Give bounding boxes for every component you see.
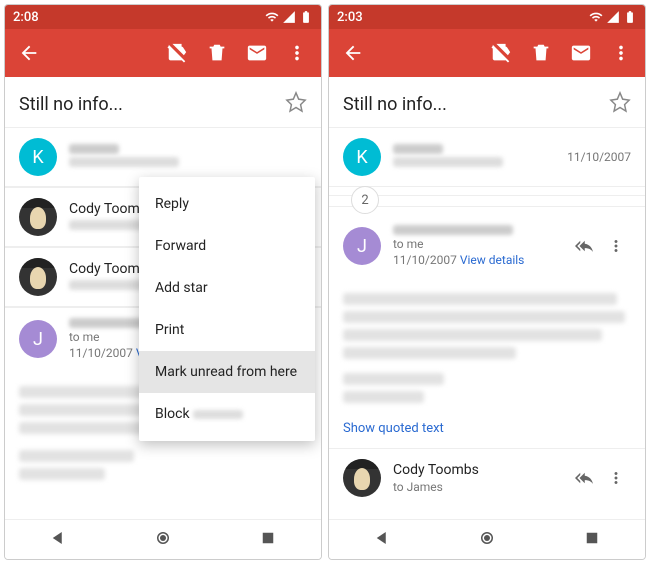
status-icons	[589, 10, 637, 24]
message-date: 11/10/2007	[567, 150, 631, 164]
overflow-button[interactable]	[601, 33, 641, 73]
message-body	[329, 277, 645, 415]
triangle-back-icon	[373, 529, 391, 547]
menu-forward[interactable]: Forward	[139, 225, 315, 267]
nav-recent-button[interactable]	[259, 529, 277, 551]
unsubscribe-button[interactable]	[157, 33, 197, 73]
triangle-back-icon	[49, 529, 67, 547]
unsubscribe-button[interactable]	[481, 33, 521, 73]
signal-icon	[282, 10, 296, 24]
message-date: 11/10/2007	[69, 346, 133, 360]
show-quoted-link[interactable]: Show quoted text	[329, 415, 645, 448]
view-details-link[interactable]: View details	[460, 253, 525, 267]
more-vert-icon	[607, 237, 625, 255]
sender-name: Cody Toombs	[393, 462, 479, 478]
square-recent-icon	[259, 529, 277, 547]
more-vert-icon	[610, 42, 632, 64]
subject-text: Still no info...	[19, 94, 285, 115]
app-bar	[329, 29, 645, 77]
arrow-back-icon	[18, 42, 40, 64]
signal-icon	[606, 10, 620, 24]
avatar	[343, 459, 381, 497]
sender-row-k[interactable]: K 11/10/2007	[329, 127, 645, 187]
arrow-back-icon	[342, 42, 364, 64]
phone-right: 2:03 Still no info...	[328, 4, 646, 560]
star-button[interactable]	[609, 91, 631, 117]
avatar	[19, 258, 57, 296]
nav-recent-button[interactable]	[583, 529, 601, 551]
menu-print[interactable]: Print	[139, 309, 315, 351]
star-button[interactable]	[285, 91, 307, 117]
to-line: to me	[393, 237, 424, 251]
context-menu: Reply Forward Add star Print Mark unread…	[139, 177, 315, 441]
label-off-icon	[490, 42, 512, 64]
message-date: 11/10/2007	[393, 253, 457, 267]
circle-home-icon	[478, 529, 496, 547]
reply-all-icon	[575, 237, 593, 255]
mark-unread-button[interactable]	[237, 33, 277, 73]
to-line: to me	[69, 330, 100, 344]
overflow-button[interactable]	[277, 33, 317, 73]
trash-icon	[206, 42, 228, 64]
menu-mark-unread-from-here[interactable]: Mark unread from here	[139, 351, 315, 393]
reply-all-icon	[575, 469, 593, 487]
nav-bar	[329, 519, 645, 559]
more-vert-icon	[607, 469, 625, 487]
star-outline-icon	[285, 91, 307, 113]
message-overflow-button[interactable]	[601, 463, 631, 493]
status-time: 2:08	[13, 10, 39, 25]
collapsed-count-badge: 2	[351, 186, 379, 214]
wifi-icon	[265, 10, 279, 24]
battery-icon	[623, 10, 637, 24]
avatar: J	[19, 320, 57, 358]
to-line: to James	[393, 480, 443, 494]
delete-button[interactable]	[197, 33, 237, 73]
sender-row-cody[interactable]: Cody Toombs to James	[329, 448, 645, 507]
nav-home-button[interactable]	[154, 529, 172, 551]
app-bar	[5, 29, 321, 77]
nav-bar	[5, 519, 321, 559]
phone-left: 2:08 Still no info...	[4, 4, 322, 560]
status-bar: 2:08	[5, 5, 321, 29]
wifi-icon	[589, 10, 603, 24]
star-outline-icon	[609, 91, 631, 113]
avatar: K	[19, 138, 57, 176]
label-off-icon	[166, 42, 188, 64]
subject-text: Still no info...	[343, 94, 609, 115]
square-recent-icon	[583, 529, 601, 547]
more-vert-icon	[286, 42, 308, 64]
reply-all-button[interactable]	[569, 463, 599, 493]
delete-button[interactable]	[521, 33, 561, 73]
subject-row: Still no info...	[5, 77, 321, 127]
avatar: J	[343, 227, 381, 265]
message-overflow-button[interactable]	[601, 231, 631, 261]
avatar: K	[343, 138, 381, 176]
mail-icon	[246, 42, 268, 64]
nav-back-button[interactable]	[373, 529, 391, 551]
nav-home-button[interactable]	[478, 529, 496, 551]
back-button[interactable]	[333, 33, 373, 73]
avatar	[19, 198, 57, 236]
subject-row: Still no info...	[329, 77, 645, 127]
menu-reply[interactable]: Reply	[139, 183, 315, 225]
mark-unread-button[interactable]	[561, 33, 601, 73]
mail-icon	[570, 42, 592, 64]
status-icons	[265, 10, 313, 24]
expanded-sender-row: J to me 11/10/2007 View details	[329, 215, 645, 277]
circle-home-icon	[154, 529, 172, 547]
back-button[interactable]	[9, 33, 49, 73]
collapsed-messages[interactable]: 2	[329, 191, 645, 211]
nav-back-button[interactable]	[49, 529, 67, 551]
reply-all-button[interactable]	[569, 231, 599, 261]
menu-add-star[interactable]: Add star	[139, 267, 315, 309]
status-bar: 2:03	[329, 5, 645, 29]
battery-icon	[299, 10, 313, 24]
trash-icon	[530, 42, 552, 64]
status-time: 2:03	[337, 10, 363, 25]
menu-block[interactable]: Block	[139, 393, 315, 435]
